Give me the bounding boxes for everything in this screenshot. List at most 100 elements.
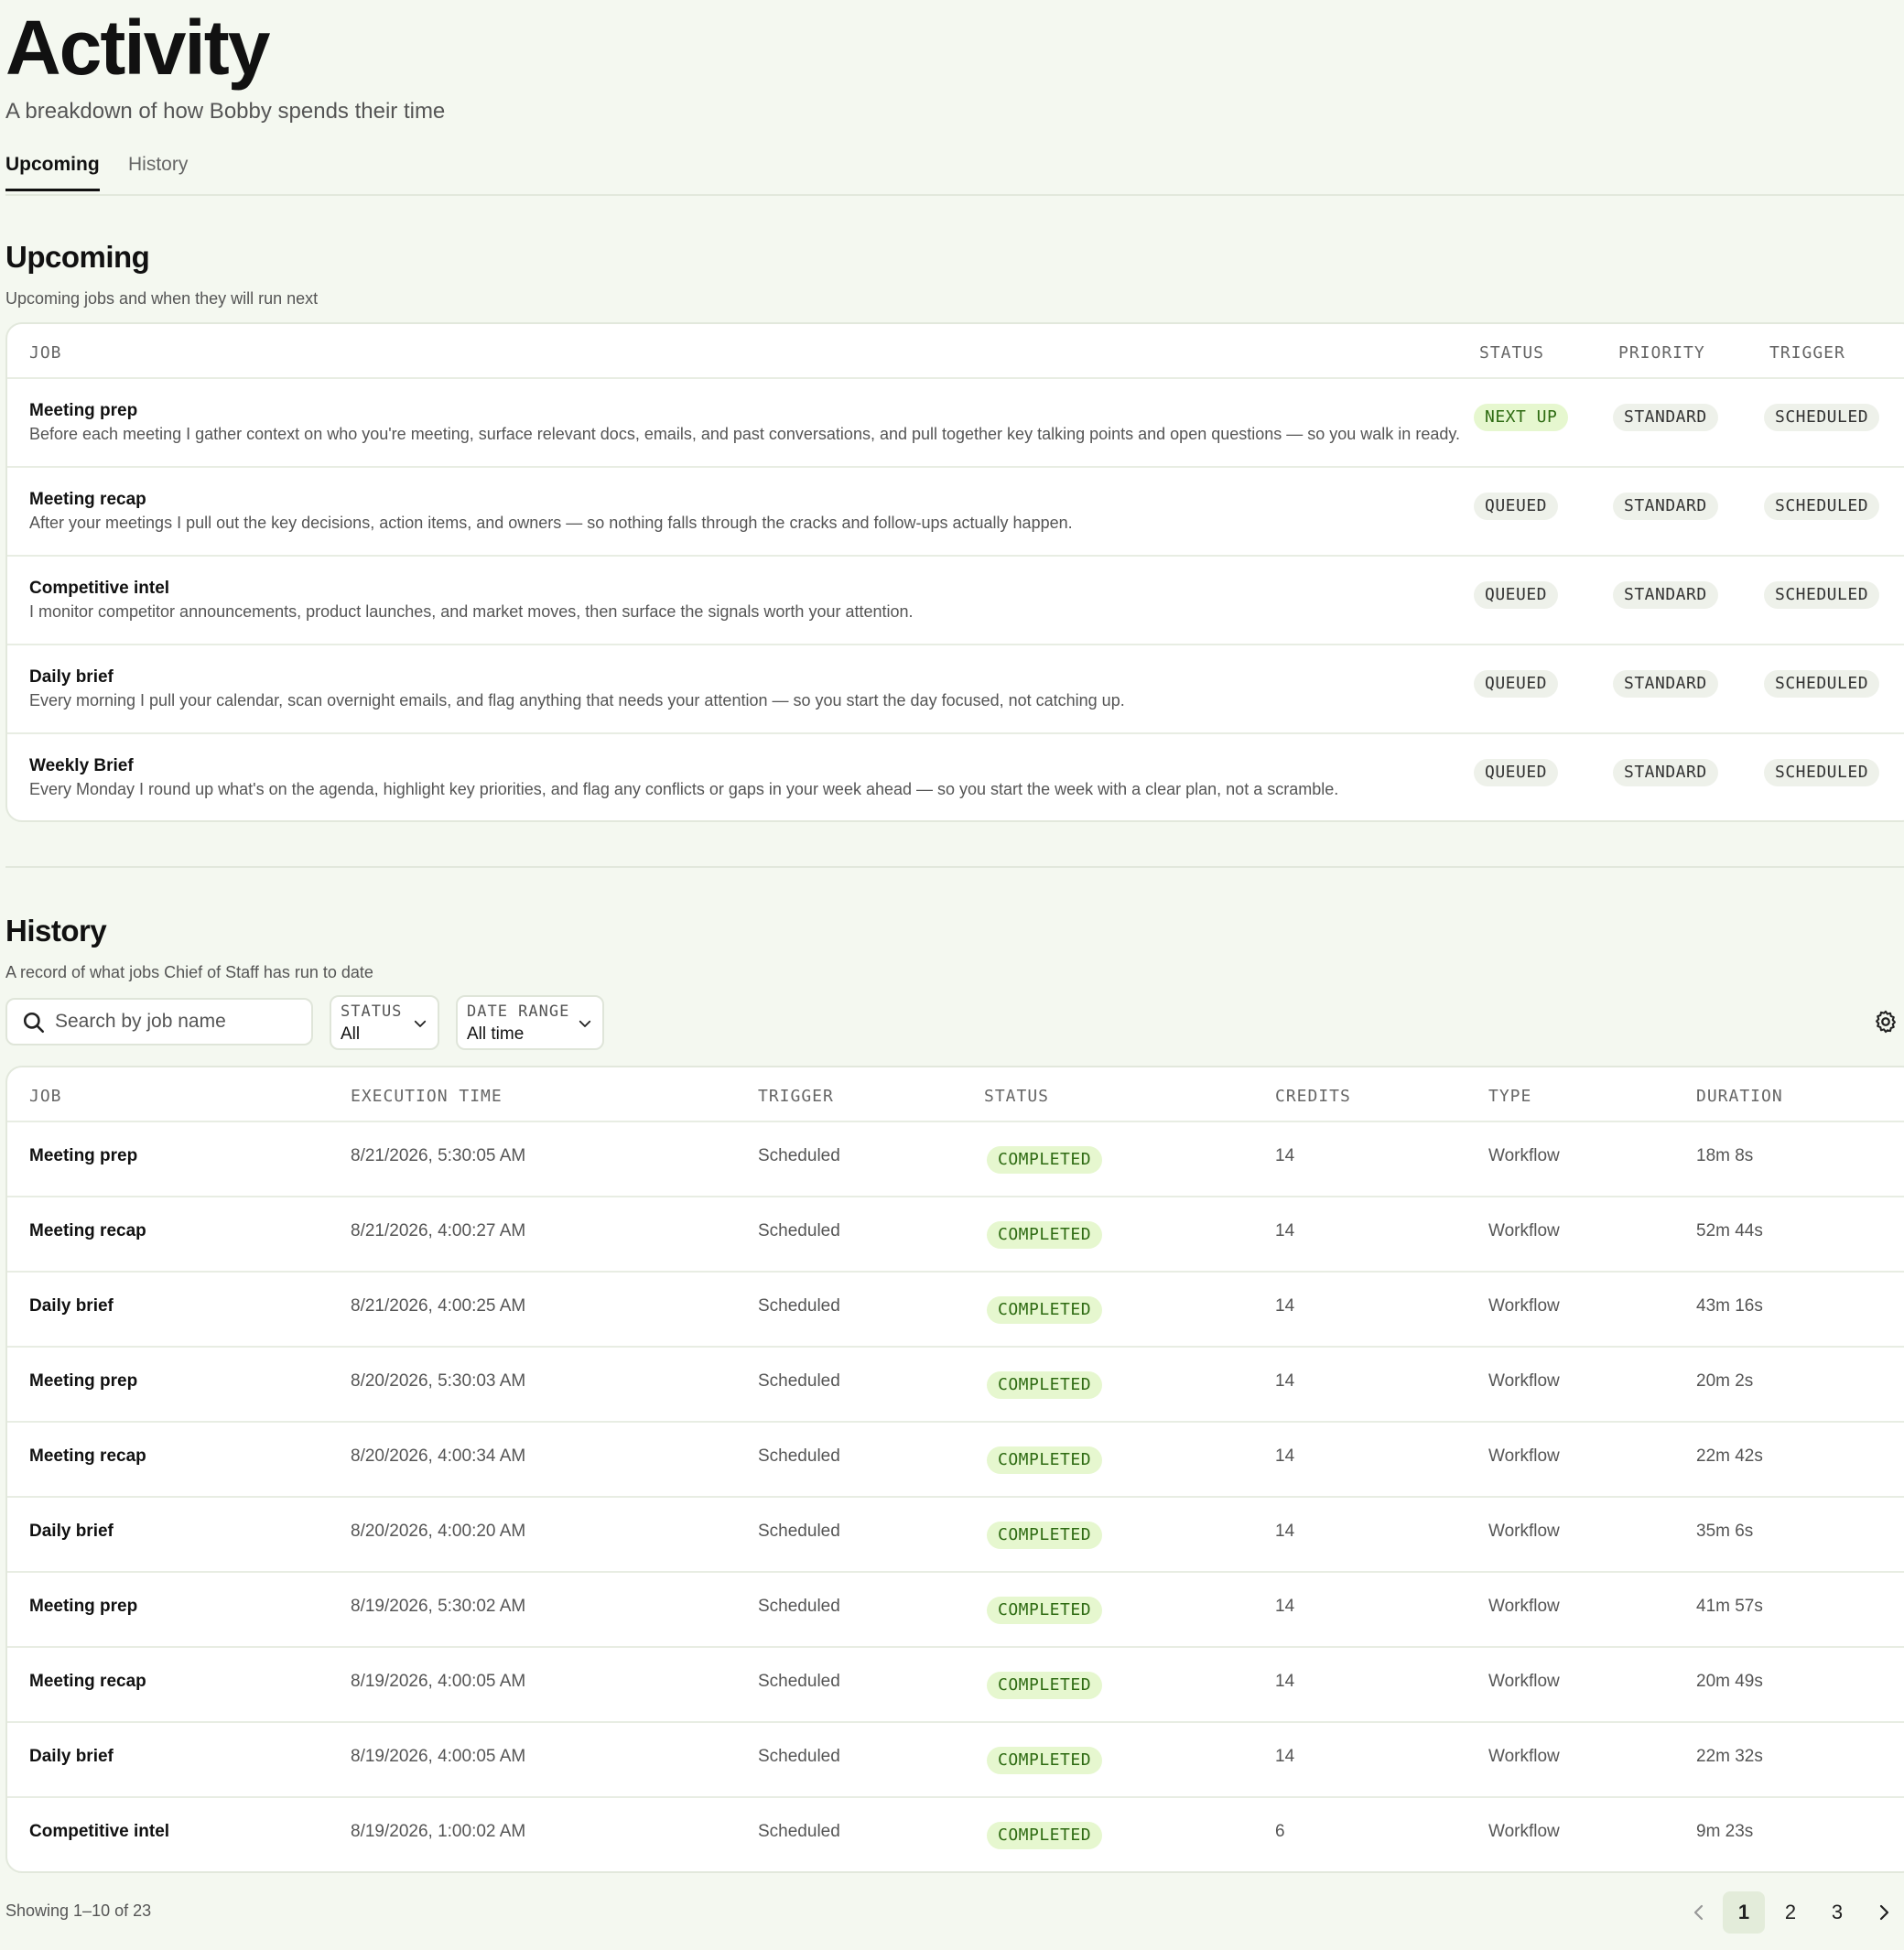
job-description: After your meetings I pull out the key d… (29, 514, 1073, 532)
chevron-right-icon[interactable] (1873, 1901, 1895, 1923)
type-value: Workflow (1488, 1822, 1560, 1841)
col-status: STATUS (984, 1087, 1050, 1106)
job-name: Daily brief (29, 1747, 114, 1766)
page-button-1[interactable]: 1 (1723, 1891, 1765, 1934)
job-name: Competitive intel (29, 579, 170, 598)
table-row[interactable]: Meeting prep 8/21/2026, 5:30:05 AM Schedul… (7, 1122, 1904, 1197)
credits-value: 14 (1275, 1146, 1295, 1165)
execution-time: 8/21/2026, 4:00:25 AM (351, 1296, 526, 1316)
table-row[interactable]: Competitive intel 8/19/2026, 1:00:02 AM Sc… (7, 1798, 1904, 1871)
trigger-value: Scheduled (758, 1446, 840, 1466)
type-value: Workflow (1488, 1221, 1560, 1240)
table-row[interactable]: Competitive intel I monitor competitor an… (7, 557, 1904, 645)
job-name: Meeting prep (29, 1597, 138, 1616)
type-value: Workflow (1488, 1597, 1560, 1616)
col-trigger: TRIGGER (1769, 343, 1845, 363)
duration-value: 35m 6s (1696, 1522, 1754, 1541)
job-description: Every morning I pull your calendar, scan… (29, 691, 1125, 710)
execution-time: 8/19/2026, 4:00:05 AM (351, 1672, 526, 1691)
credits-value: 14 (1275, 1371, 1295, 1391)
tab-bar: Upcoming History (5, 154, 1904, 196)
page-button-2[interactable]: 2 (1769, 1891, 1812, 1934)
search-input[interactable] (55, 1000, 302, 1044)
col-priority: PRIORITY (1618, 343, 1705, 363)
trigger-value: Scheduled (758, 1597, 840, 1616)
date-range-filter[interactable]: DATE RANGE All time (456, 995, 604, 1050)
table-row[interactable]: Meeting recap After your meetings I pull … (7, 468, 1904, 557)
chevron-down-icon (414, 1020, 427, 1027)
credits-value: 14 (1275, 1597, 1295, 1616)
job-description: Before each meeting I gather context on … (29, 425, 1461, 443)
col-status: STATUS (1479, 343, 1545, 363)
table-row[interactable]: Meeting recap 8/19/2026, 4:00:05 AM Schedu… (7, 1648, 1904, 1723)
tab-history[interactable]: History (128, 154, 188, 189)
job-name: Daily brief (29, 1296, 114, 1316)
credits-value: 14 (1275, 1221, 1295, 1240)
trigger-badge: SCHEDULED (1764, 670, 1880, 698)
search-icon (23, 1012, 45, 1034)
priority-badge: STANDARD (1613, 670, 1718, 698)
chevron-left-icon[interactable] (1688, 1901, 1710, 1923)
job-name: Daily brief (29, 1522, 114, 1541)
execution-time: 8/21/2026, 5:30:05 AM (351, 1146, 526, 1165)
type-value: Workflow (1488, 1672, 1560, 1691)
job-name: Meeting prep (29, 1146, 138, 1165)
duration-value: 52m 44s (1696, 1221, 1763, 1240)
execution-time: 8/19/2026, 5:30:02 AM (351, 1597, 526, 1616)
duration-value: 41m 57s (1696, 1597, 1763, 1616)
execution-time: 8/20/2026, 4:00:20 AM (351, 1522, 526, 1541)
job-name: Meeting prep (29, 1371, 138, 1391)
credits-value: 14 (1275, 1672, 1295, 1691)
status-badge: QUEUED (1474, 581, 1559, 609)
table-row[interactable]: Meeting prep 8/20/2026, 5:30:03 AM Schedul… (7, 1348, 1904, 1423)
status-badge: COMPLETED (987, 1672, 1103, 1699)
job-name: Meeting recap (29, 1221, 146, 1240)
execution-time: 8/19/2026, 4:00:05 AM (351, 1747, 526, 1766)
page-button-3[interactable]: 3 (1816, 1891, 1858, 1934)
credits-value: 14 (1275, 1296, 1295, 1316)
credits-value: 6 (1275, 1822, 1285, 1841)
table-row[interactable]: Daily brief 8/21/2026, 4:00:25 AM Schedule… (7, 1273, 1904, 1348)
tab-upcoming[interactable]: Upcoming (5, 154, 100, 191)
duration-value: 22m 32s (1696, 1747, 1763, 1766)
table-row[interactable]: Daily brief 8/19/2026, 4:00:05 AM Schedule… (7, 1723, 1904, 1798)
trigger-value: Scheduled (758, 1296, 840, 1316)
table-row[interactable]: Daily brief Every morning I pull your cal… (7, 645, 1904, 734)
type-value: Workflow (1488, 1747, 1560, 1766)
trigger-value: Scheduled (758, 1522, 840, 1541)
duration-value: 18m 8s (1696, 1146, 1754, 1165)
priority-badge: STANDARD (1613, 404, 1718, 431)
job-description: I monitor competitor announcements, prod… (29, 602, 914, 621)
duration-value: 22m 42s (1696, 1446, 1763, 1466)
status-filter[interactable]: STATUS All (330, 995, 439, 1050)
status-badge: QUEUED (1474, 670, 1559, 698)
col-type: TYPE (1488, 1087, 1532, 1106)
credits-value: 14 (1275, 1446, 1295, 1466)
status-badge: COMPLETED (987, 1371, 1103, 1399)
table-row[interactable]: Meeting prep 8/19/2026, 5:30:02 AM Schedul… (7, 1573, 1904, 1648)
history-table-header: JOB EXECUTION TIME TRIGGER STATUS CREDIT… (7, 1067, 1904, 1122)
type-value: Workflow (1488, 1146, 1560, 1165)
table-row[interactable]: Weekly Brief Every Monday I round up what… (7, 734, 1904, 820)
trigger-value: Scheduled (758, 1672, 840, 1691)
trigger-value: Scheduled (758, 1822, 840, 1841)
type-value: Workflow (1488, 1522, 1560, 1541)
page-title: Activity (5, 5, 270, 91)
search-box (5, 998, 313, 1045)
credits-value: 14 (1275, 1747, 1295, 1766)
table-row[interactable]: Daily brief 8/20/2026, 4:00:20 AM Schedule… (7, 1498, 1904, 1573)
col-trigger: TRIGGER (758, 1087, 834, 1106)
col-credits: CREDITS (1275, 1087, 1351, 1106)
table-row[interactable]: Meeting recap 8/21/2026, 4:00:27 AM Schedu… (7, 1197, 1904, 1273)
duration-value: 20m 2s (1696, 1371, 1754, 1391)
job-name: Meeting prep (29, 401, 138, 420)
gear-icon[interactable] (1873, 1009, 1899, 1035)
upcoming-table: JOB STATUS PRIORITY TRIGGER Meeting prep… (5, 322, 1904, 822)
status-badge: QUEUED (1474, 493, 1559, 520)
upcoming-table-header: JOB STATUS PRIORITY TRIGGER (7, 324, 1904, 379)
table-row[interactable]: Meeting recap 8/20/2026, 4:00:34 AM Schedu… (7, 1423, 1904, 1498)
duration-value: 43m 16s (1696, 1296, 1763, 1316)
upcoming-subtitle: Upcoming jobs and when they will run nex… (5, 289, 319, 308)
col-job: JOB (29, 343, 62, 363)
table-row[interactable]: Meeting prep Before each meeting I gather… (7, 379, 1904, 468)
